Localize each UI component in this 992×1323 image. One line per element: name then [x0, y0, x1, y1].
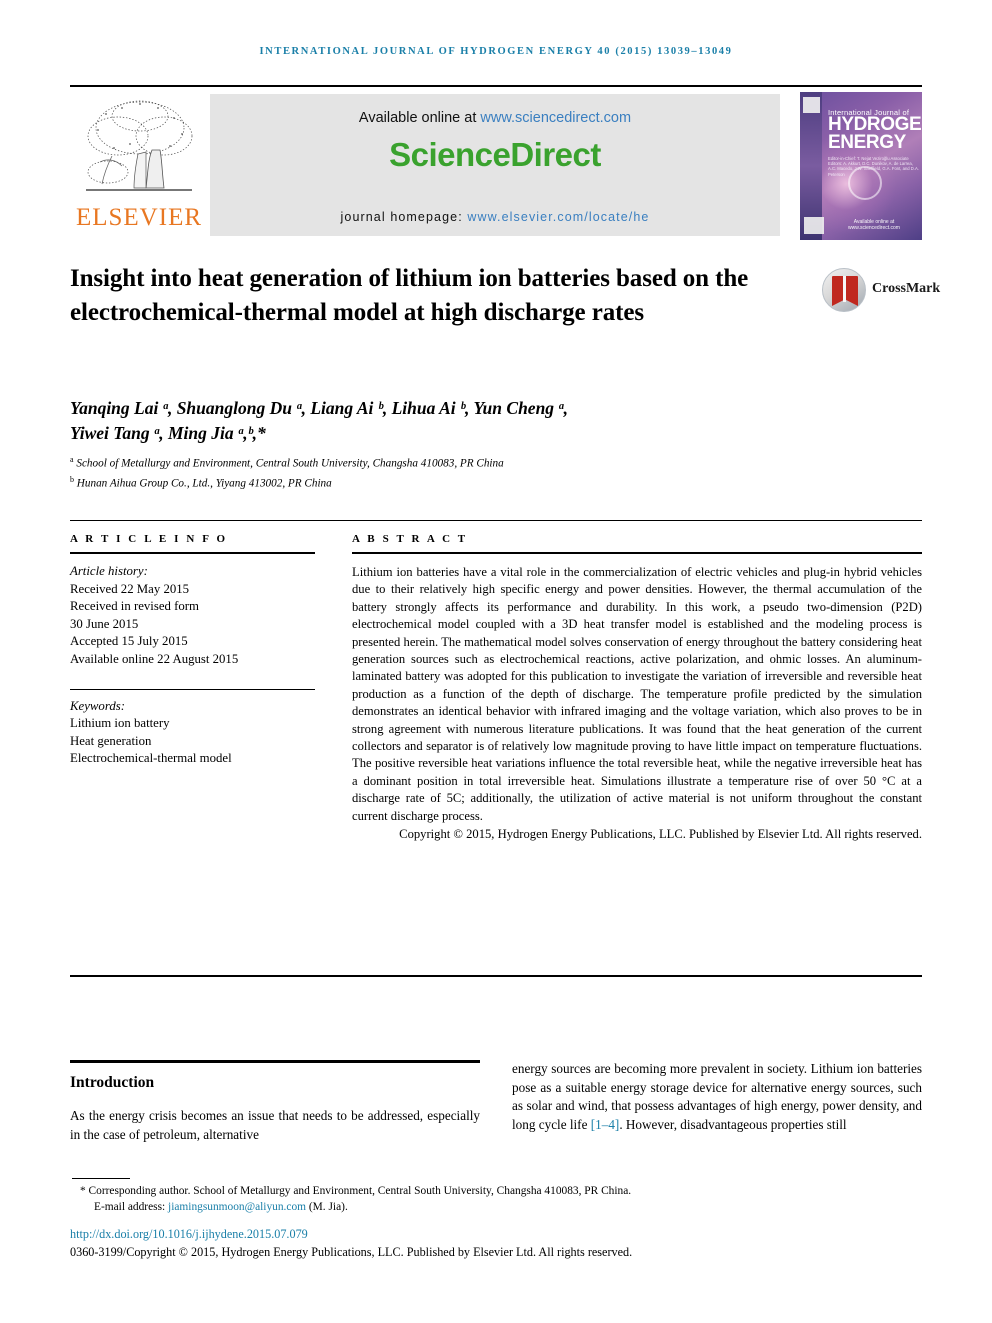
email-label: E-mail address: — [94, 1200, 169, 1213]
elsevier-mark-icon — [803, 97, 820, 113]
keyword-item: Heat generation — [70, 733, 152, 748]
masthead: ELSEVIER Available online at www.science… — [70, 92, 922, 240]
journal-cover-thumbnail: International Journal of HYDROGEN ENERGY… — [800, 92, 922, 240]
introduction-heading: Introduction — [70, 1074, 155, 1091]
affiliation-a-text: School of Metallurgy and Environment, Ce… — [76, 457, 504, 470]
author-line-2: Yiwei Tang ᵃ, Ming Jia ᵃ,ᵇ,* — [70, 423, 266, 443]
abstract-heading: A B S T R A C T — [352, 533, 468, 545]
elsevier-wordmark: ELSEVIER — [75, 204, 203, 231]
abstract-copyright-text: Copyright © 2015, Hydrogen Energy Public… — [399, 827, 922, 842]
cover-sciencedirect-note: Available online at www.sciencedirect.co… — [848, 219, 900, 231]
keywords-block: Keywords: Lithium ion battery Heat gener… — [70, 698, 315, 768]
history-item: Accepted 15 July 2015 — [70, 634, 188, 649]
email-line: E-mail address: jiamingsunmoon@aliyun.co… — [80, 1200, 926, 1216]
history-item: 30 June 2015 — [70, 616, 139, 631]
elsevier-tree-icon — [78, 94, 200, 204]
introduction-paragraph-right: energy sources are becoming more prevale… — [512, 1060, 922, 1134]
running-head: INTERNATIONAL JOURNAL OF HYDROGEN ENERGY… — [259, 46, 733, 57]
cover-editors: Editor-in-Chief: T. Nejat Veziroğlu Asso… — [828, 156, 919, 177]
sciencedirect-banner: Available online at www.sciencedirect.co… — [210, 94, 780, 236]
available-online-label: Available online at — [358, 110, 481, 126]
introduction-rule — [70, 1060, 480, 1063]
author-list: Yanqing Lai ᵃ, Shuanglong Du ᵃ, Liang Ai… — [70, 396, 800, 446]
keyword-item: Electrochemical-thermal model — [70, 751, 232, 766]
crossmark-spine-shape — [843, 276, 846, 302]
elsevier-logo: ELSEVIER — [70, 92, 208, 240]
footnote-rule — [72, 1178, 130, 1179]
body-column-left: Introduction As the energy crisis become… — [70, 1060, 480, 1144]
crossmark-label: CrossMark — [872, 281, 941, 296]
author-line-1: Yanqing Lai ᵃ, Shuanglong Du ᵃ, Liang Ai… — [70, 398, 569, 418]
article-info-heading: A R T I C L E I N F O — [70, 533, 228, 545]
article-info-rule — [70, 552, 315, 554]
keywords-label: Keywords: — [70, 698, 125, 713]
crossmark-icon — [822, 268, 866, 312]
body-column-right: energy sources are becoming more prevale… — [512, 1060, 922, 1134]
doi-link[interactable]: http://dx.doi.org/10.1016/j.ijhydene.201… — [70, 1227, 308, 1242]
history-item: Available online 22 August 2015 — [70, 651, 239, 666]
affiliation-list: a School of Metallurgy and Environment, … — [70, 452, 800, 492]
affiliation-b-text: Hunan Aihua Group Co., Ltd., Yiyang 4130… — [76, 477, 332, 490]
abstract-column: A B S T R A C T Lithium ion batteries ha… — [352, 533, 922, 844]
abstract-copyright: Copyright © 2015, Hydrogen Energy Public… — [352, 826, 922, 843]
cover-big-title: HYDROGEN ENERGY — [828, 115, 922, 153]
article-history: Article history: Received 22 May 2015 Re… — [70, 563, 315, 669]
keyword-item: Lithium ion battery — [70, 716, 170, 731]
body-section-rule — [70, 975, 922, 977]
article-info-column: A R T I C L E I N F O Article history: R… — [70, 533, 315, 768]
email-suffix: (M. Jia). — [306, 1200, 348, 1213]
keywords-rule — [70, 688, 315, 690]
journal-homepage-link[interactable]: www.elsevier.com/locate/he — [467, 210, 649, 224]
sciencedirect-link[interactable]: www.sciencedirect.com — [480, 110, 631, 126]
issn-copyright-line: 0360-3199/Copyright © 2015, Hydrogen Ene… — [70, 1245, 633, 1259]
affiliation-a: a School of Metallurgy and Environment, … — [70, 455, 504, 470]
citation-link-1-4[interactable]: [1–4] — [591, 1117, 620, 1132]
email-link[interactable]: jiamingsunmoon@aliyun.com — [168, 1201, 306, 1213]
journal-homepage-line: journal homepage: www.elsevier.com/locat… — [210, 210, 780, 224]
intro-right-after-ref: . However, disadvantageous properties st… — [619, 1116, 847, 1132]
crossmark-badge[interactable]: CrossMark — [822, 268, 940, 314]
masthead-top-rule — [70, 85, 922, 87]
abstract-rule — [352, 552, 922, 554]
introduction-paragraph-left: As the energy crisis becomes an issue th… — [70, 1108, 480, 1142]
sciencedirect-wordmark: ScienceDirect — [389, 136, 601, 173]
history-item: Received 22 May 2015 — [70, 581, 190, 596]
footnote-block: * Corresponding author. School of Metall… — [80, 1184, 926, 1216]
abstract-section-top-rule — [70, 520, 922, 521]
article-history-label: Article history: — [70, 564, 148, 578]
affiliation-b: b Hunan Aihua Group Co., Ltd., Yiyang 41… — [70, 475, 332, 490]
available-online-line: Available online at www.sciencedirect.co… — [210, 110, 780, 126]
ihe-logo-icon — [804, 217, 824, 234]
history-item: Received in revised form — [70, 599, 199, 614]
paper-page: INTERNATIONAL JOURNAL OF HYDROGEN ENERGY… — [0, 0, 992, 1323]
corresponding-author-note: * Corresponding author. School of Metall… — [80, 1185, 632, 1197]
cover-title-line-2: ENERGY — [828, 132, 906, 153]
journal-homepage-label: journal homepage: — [340, 210, 468, 224]
page-title: Insight into heat generation of lithium … — [70, 265, 749, 326]
abstract-text: Lithium ion batteries have a vital role … — [352, 565, 922, 823]
